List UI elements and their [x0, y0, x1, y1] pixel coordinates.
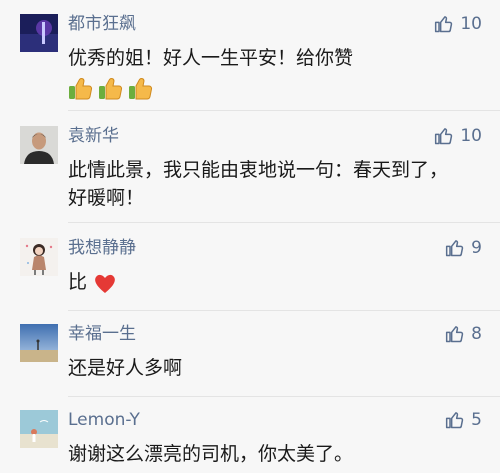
avatar[interactable] [20, 238, 58, 276]
comment-text: 优秀的姐！好人一生平安！给你赞 [68, 47, 354, 69]
divider [68, 310, 500, 311]
commenter-name[interactable]: 袁新华 [68, 126, 119, 146]
red-heart-emoji-icon [95, 274, 115, 293]
like-count: 10 [460, 14, 482, 34]
avatar-image [20, 324, 58, 362]
divider [68, 222, 500, 223]
divider [68, 110, 500, 111]
like-count: 5 [471, 410, 482, 430]
like-button[interactable]: 9 [445, 238, 482, 258]
comment-text: 谢谢这么漂亮的司机，你太美了。 [68, 443, 354, 465]
comment-list: 都市狂飙 10 优秀的姐！好人一生平安！给你赞 袁新华 10 此情此景，我只能由… [0, 0, 500, 473]
comment-text: 还是好人多啊 [68, 357, 183, 379]
commenter-name[interactable]: 都市狂飙 [68, 14, 136, 34]
comment-text-content: 比 [68, 271, 88, 293]
avatar[interactable] [20, 126, 58, 164]
avatar-image [20, 126, 58, 164]
thumbs-up-icon [446, 412, 464, 429]
comment-text-line: 好暖啊！ [68, 187, 145, 209]
comment-text: 比 [68, 268, 478, 296]
comment-text: 此情此景，我只能由衷地说一句：春天到了， 好暖啊！ [68, 156, 478, 212]
comment-text-line: 此情此景，我只能由衷地说一句：春天到了， [68, 159, 449, 181]
emoji-row [68, 76, 154, 100]
thumbs-up-emoji-icon [69, 78, 93, 100]
comment-item: 我想静静 9 比 [0, 238, 500, 314]
like-button[interactable]: 5 [445, 410, 482, 430]
commenter-name[interactable]: 我想静静 [68, 238, 136, 258]
like-button[interactable]: 10 [434, 126, 482, 146]
divider [68, 396, 500, 397]
comment-item: Lemon-Y 5 谢谢这么漂亮的司机，你太美了。 [0, 410, 500, 473]
avatar-image [20, 410, 58, 448]
avatar[interactable] [20, 324, 58, 362]
thumbs-up-icon [435, 128, 453, 145]
thumbs-up-icon [446, 326, 464, 343]
like-count: 8 [471, 324, 482, 344]
like-button[interactable]: 10 [434, 14, 482, 34]
commenter-name[interactable]: Lemon-Y [68, 410, 140, 430]
avatar[interactable] [20, 14, 58, 52]
thumbs-up-icon [446, 240, 464, 257]
commenter-name[interactable]: 幸福一生 [68, 324, 136, 344]
thumbs-up-emoji-icon [129, 78, 153, 100]
avatar-image [20, 14, 58, 52]
avatar[interactable] [20, 410, 58, 448]
like-count: 10 [460, 126, 482, 146]
comment-item: 袁新华 10 此情此景，我只能由衷地说一句：春天到了， 好暖啊！ [0, 126, 500, 226]
like-count: 9 [471, 238, 482, 258]
thumbs-up-icon [435, 16, 453, 33]
avatar-image [20, 238, 58, 276]
like-button[interactable]: 8 [445, 324, 482, 344]
thumbs-up-emoji-icon [99, 78, 123, 100]
comment-item: 都市狂飙 10 优秀的姐！好人一生平安！给你赞 [0, 14, 500, 124]
comment-item: 幸福一生 8 还是好人多啊 [0, 324, 500, 400]
